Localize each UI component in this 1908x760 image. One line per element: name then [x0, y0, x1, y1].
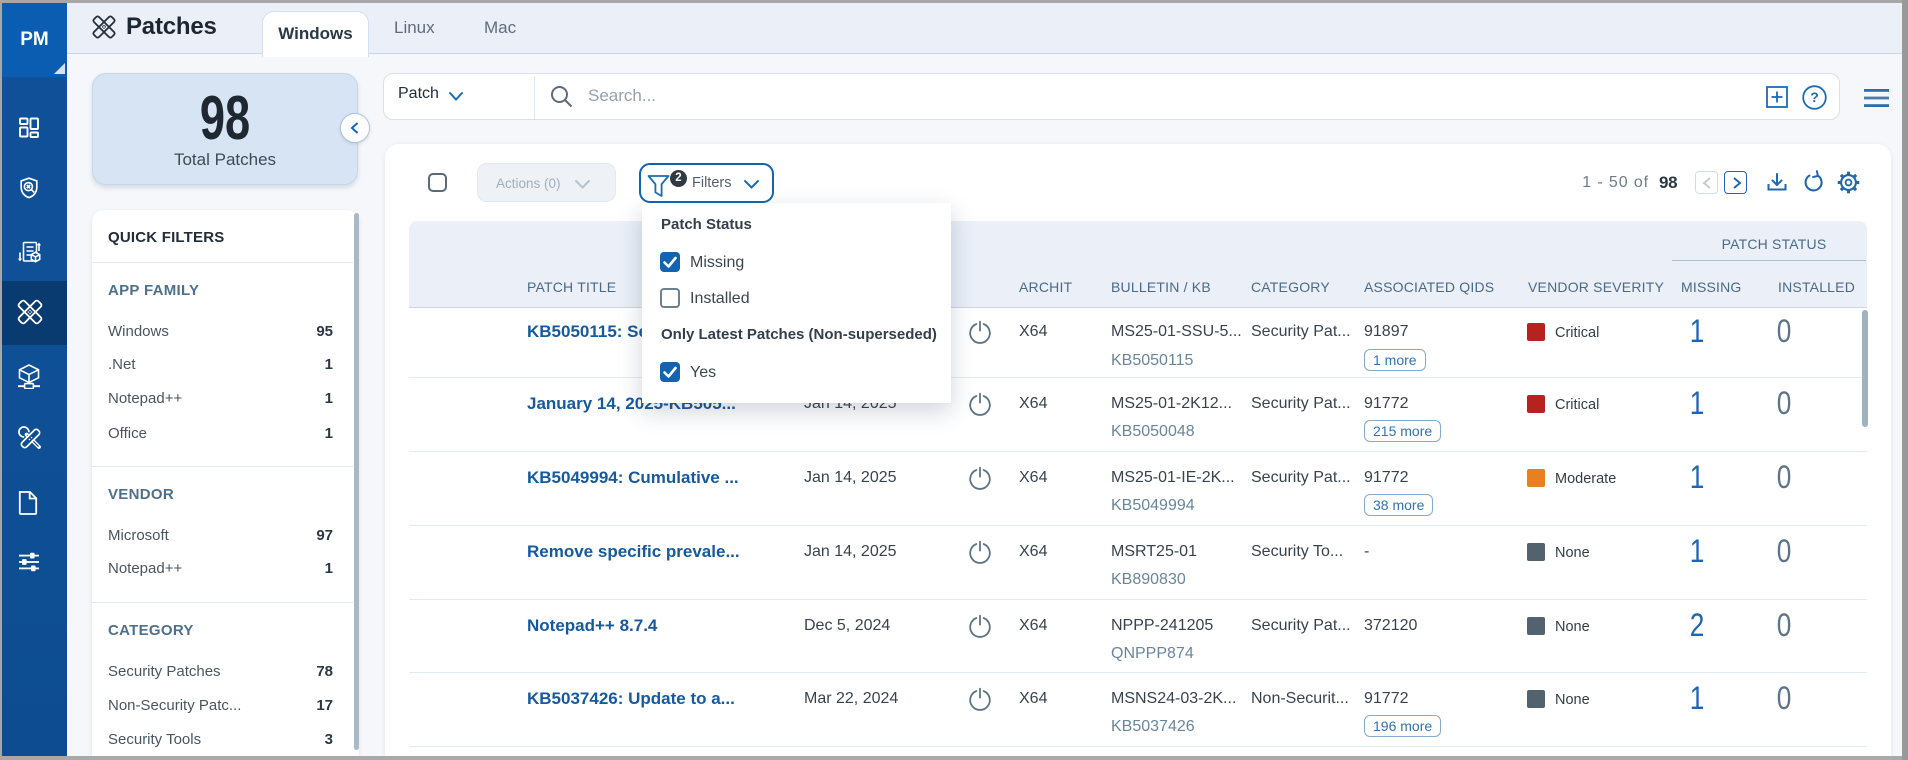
svg-text:?: ? [1810, 89, 1819, 105]
